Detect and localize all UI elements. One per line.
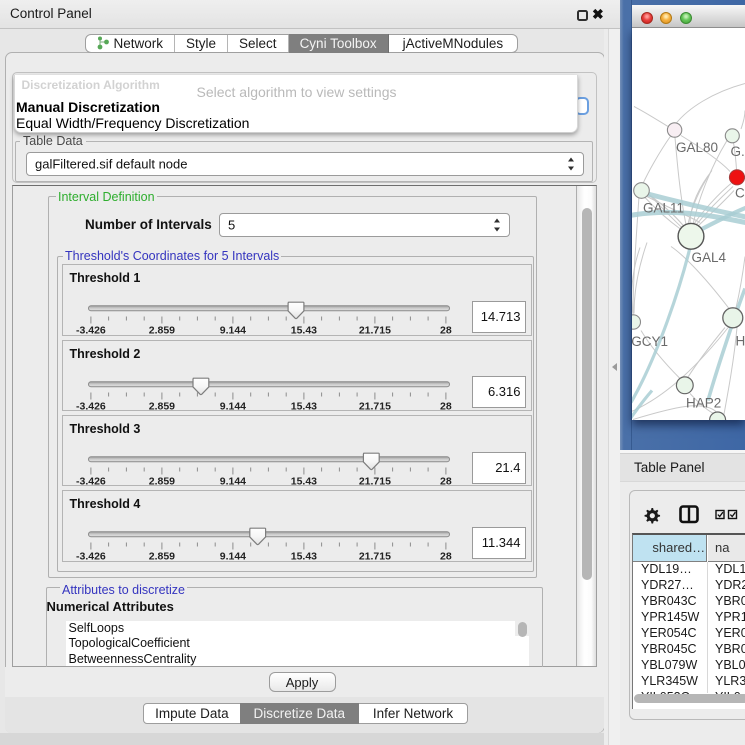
svg-text:GAL80: GAL80 <box>676 140 718 155</box>
svg-text:C: C <box>735 185 745 200</box>
svg-text:GCY1: GCY1 <box>632 334 668 349</box>
svg-text:HAP2: HAP2 <box>686 395 721 410</box>
svg-text:H: H <box>736 333 745 348</box>
svg-text:GAL11: GAL11 <box>643 200 684 215</box>
svg-text:GAL4: GAL4 <box>692 250 727 265</box>
svg-text:G.: G. <box>731 144 745 159</box>
